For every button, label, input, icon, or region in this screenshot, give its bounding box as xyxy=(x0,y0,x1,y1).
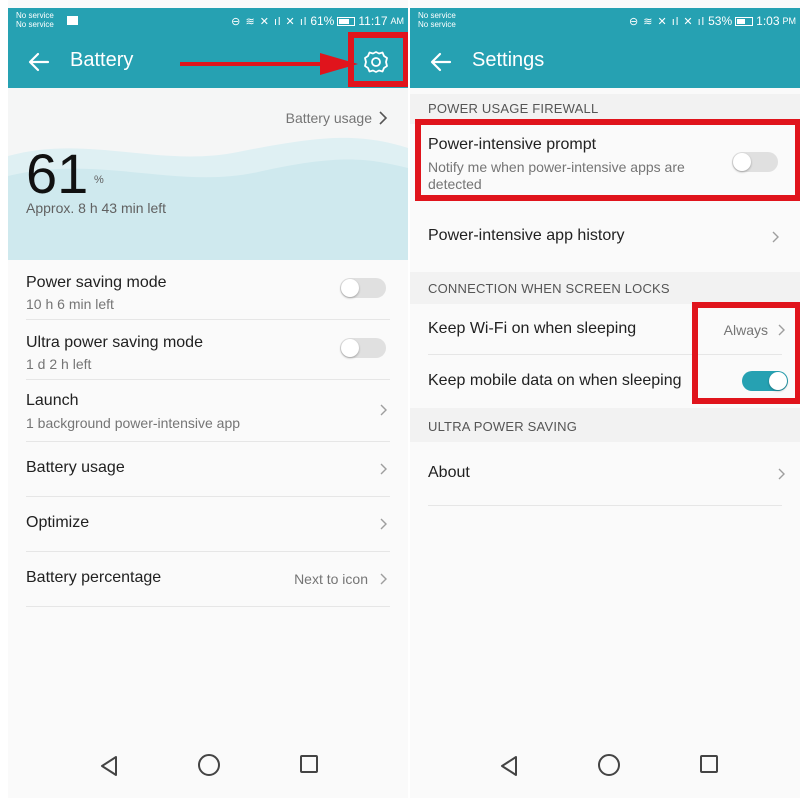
signal-icons: ⊖ ≋ ✕ ıl ✕ ıl xyxy=(231,15,308,28)
row-subtitle: 1 d 2 h left xyxy=(26,356,92,372)
toggle-knob xyxy=(341,339,359,357)
row-title: Power-intensive app history xyxy=(428,227,625,244)
carrier-2: No service xyxy=(16,20,54,29)
battery-usage-link[interactable]: Battery usage xyxy=(286,110,388,126)
toggle-knob xyxy=(341,279,359,297)
row-title: Keep Wi-Fi on when sleeping xyxy=(428,320,637,337)
nav-recents-icon[interactable] xyxy=(300,755,318,773)
nav-back-icon[interactable] xyxy=(498,754,520,778)
power-saving-toggle[interactable] xyxy=(340,278,386,298)
navigation-bar xyxy=(8,740,408,798)
row-subtitle: 10 h 6 min left xyxy=(26,296,114,312)
ultra-power-saving-list: About xyxy=(410,442,800,506)
nav-back-icon[interactable] xyxy=(98,754,120,778)
gear-highlight-box xyxy=(348,32,408,87)
page-title: Settings xyxy=(472,49,545,71)
chevron-right-icon xyxy=(778,468,785,480)
battery-percentage-value: Next to icon xyxy=(294,571,368,587)
status-bar: No service No service ⊖ ≋ ✕ ıl ✕ ıl 53% … xyxy=(410,8,800,36)
signal-icons: ⊖ ≋ ✕ ıl ✕ ıl xyxy=(628,15,706,28)
chevron-right-icon xyxy=(772,231,779,243)
carrier-info: No service No service xyxy=(16,11,54,29)
back-arrow-icon[interactable] xyxy=(26,49,52,75)
row-title: Ultra power saving mode xyxy=(26,334,203,351)
prompt-highlight-box xyxy=(415,119,800,201)
nav-home-icon[interactable] xyxy=(598,754,620,776)
status-right: ⊖ ≋ ✕ ıl ✕ ıl 61% 11:17 AM xyxy=(231,14,404,28)
navigation-bar xyxy=(410,740,800,798)
chevron-right-icon xyxy=(380,573,387,585)
row-title: Optimize xyxy=(26,514,90,531)
battery-icon xyxy=(735,16,754,26)
clock-ampm: PM xyxy=(782,16,797,26)
carrier-1: No service xyxy=(16,11,54,20)
app-bar: Settings xyxy=(410,36,800,88)
row-title: Battery percentage xyxy=(26,569,162,586)
row-title: Keep mobile data on when sleeping xyxy=(428,372,682,389)
red-arrow-annotation xyxy=(180,53,358,75)
row-title: Launch xyxy=(26,392,79,409)
battery-remaining-time: Approx. 8 h 43 min left xyxy=(26,200,167,216)
section-header-ultra-power-saving: ULTRA POWER SAVING xyxy=(410,408,800,442)
row-subtitle: 1 background power-intensive app xyxy=(26,415,241,431)
battery-level: 61 xyxy=(26,142,89,205)
nav-recents-icon[interactable] xyxy=(700,755,718,773)
clock-time: 1:03 xyxy=(756,14,780,28)
battery-usage-row[interactable]: Battery usage xyxy=(26,442,390,497)
about-row[interactable]: About xyxy=(428,442,785,506)
carrier-2: No service xyxy=(418,20,456,29)
gallery-notification-icon xyxy=(67,16,78,25)
page-title: Battery xyxy=(70,49,134,71)
battery-percent-text: 61% xyxy=(310,14,335,28)
optimize-row[interactable]: Optimize xyxy=(26,497,390,552)
chevron-right-icon xyxy=(380,463,387,475)
sleep-settings-highlight-box xyxy=(692,302,800,404)
power-intensive-history-row[interactable]: Power-intensive app history xyxy=(428,199,782,271)
ultra-power-saving-row[interactable]: Ultra power saving mode 1 d 2 h left xyxy=(26,320,390,380)
clock-time: 11:17 xyxy=(358,14,388,28)
chevron-right-icon xyxy=(380,518,387,530)
chevron-right-icon xyxy=(380,404,387,416)
battery-screen: No service No service ⊖ ≋ ✕ ıl ✕ ıl 61% … xyxy=(8,0,408,798)
row-title: Power saving mode xyxy=(26,274,167,291)
carrier-1: No service xyxy=(418,11,456,20)
row-title: About xyxy=(428,464,470,481)
battery-percent-text: 53% xyxy=(708,14,733,28)
carrier-info: No service No service xyxy=(418,11,456,29)
clock-ampm: AM xyxy=(390,16,405,26)
status-right: ⊖ ≋ ✕ ıl ✕ ıl 53% 1:03 PM xyxy=(629,14,796,28)
battery-usage-link-label: Battery usage xyxy=(285,110,372,126)
battery-summary: Battery usage 61 % Approx. 8 h 43 min le… xyxy=(8,88,408,260)
battery-settings-screen: No service No service ⊖ ≋ ✕ ıl ✕ ıl 53% … xyxy=(410,0,800,798)
row-title: Battery usage xyxy=(26,459,125,476)
nav-home-icon[interactable] xyxy=(198,754,220,776)
chevron-right-icon xyxy=(379,111,388,125)
back-arrow-icon[interactable] xyxy=(428,49,454,75)
power-saving-mode-row[interactable]: Power saving mode 10 h 6 min left xyxy=(26,260,390,320)
ultra-power-saving-toggle[interactable] xyxy=(340,338,386,358)
battery-settings-list: Power saving mode 10 h 6 min left Ultra … xyxy=(8,260,408,607)
battery-percentage-row[interactable]: Battery percentage Next to icon xyxy=(26,552,390,607)
launch-row[interactable]: Launch 1 background power-intensive app xyxy=(26,380,390,442)
battery-level-unit: % xyxy=(94,174,104,186)
section-header-connection: CONNECTION WHEN SCREEN LOCKS xyxy=(410,272,800,304)
battery-icon xyxy=(337,16,356,26)
